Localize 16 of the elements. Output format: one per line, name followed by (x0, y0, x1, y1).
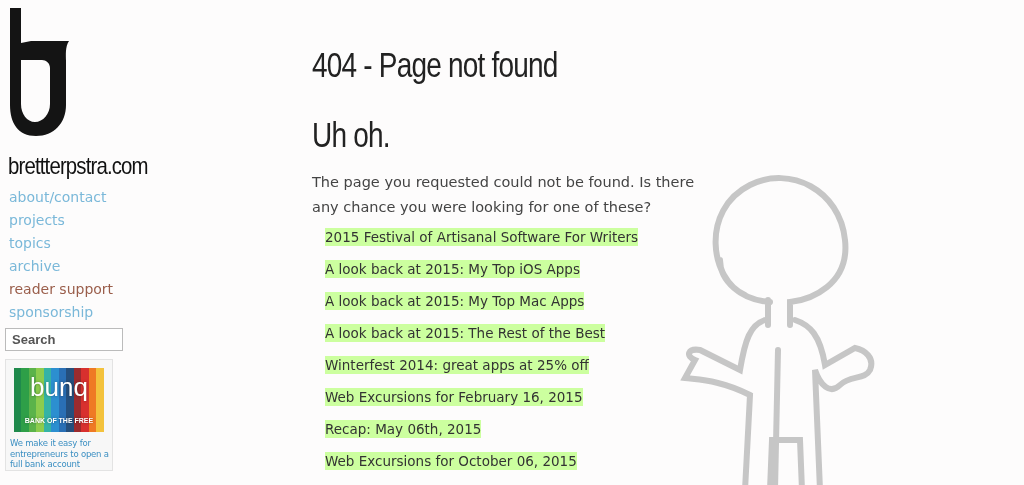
suggestion-link[interactable]: Winterfest 2014: great apps at 25% off (325, 356, 589, 374)
suggestion-link[interactable]: A look back at 2015: The Rest of the Best (325, 324, 606, 342)
nav-link[interactable]: reader support (5, 278, 114, 301)
suggestion-link[interactable]: A look back at 2015: My Top iOS Apps (325, 260, 580, 278)
suggestion-link[interactable]: A look back at 2015: My Top Mac Apps (325, 292, 585, 310)
suggestion-link[interactable]: 2015 Festival of Artisanal Software For Writers (325, 228, 639, 246)
site-title[interactable]: brettterpstra.com (8, 148, 148, 184)
subheading: Uh oh. (312, 114, 390, 156)
suggestion-link[interactable]: Web Excursions for October 06, 2015 (325, 452, 577, 470)
search-field[interactable]: Search (5, 328, 123, 351)
suggestion-link[interactable]: Recap: May 06th, 2015 (325, 420, 482, 438)
sponsor-text[interactable]: We make it easy for entrepreneurs to open a full bank account (10, 438, 109, 470)
site-logo[interactable] (8, 8, 70, 136)
message-text: The page you requested could not be found. Is there any chance you were looking for one of these? (312, 173, 696, 217)
page-heading: 404 - Page not found (312, 44, 558, 86)
suggestion-link[interactable]: Web Excursions for February 16, 2015 (325, 388, 583, 406)
